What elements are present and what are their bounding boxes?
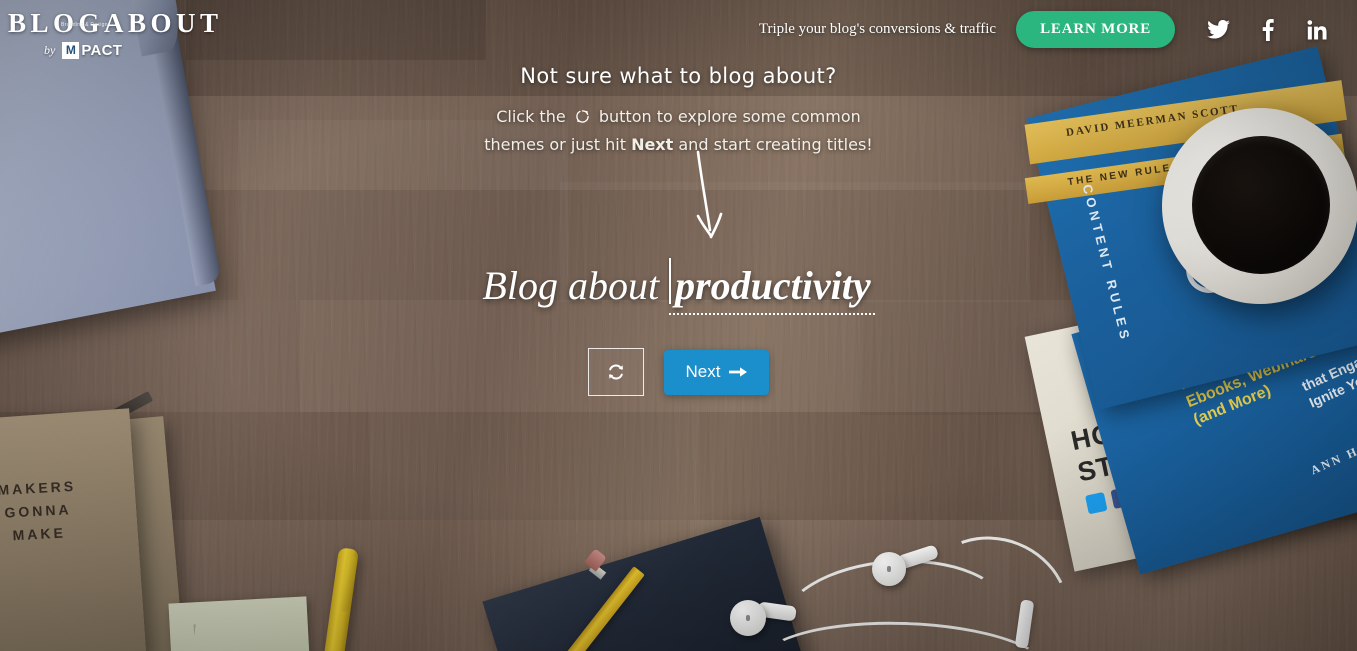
logo-about: ABOUT [104, 8, 223, 38]
refresh-icon [574, 107, 591, 132]
hint-line2-before: themes or just hit [484, 135, 626, 154]
next-button-label: Next [685, 362, 721, 381]
impact-tagline: Branding & Design [61, 22, 108, 28]
logo-byline: by M PACT Branding & Design [44, 22, 223, 59]
logo-wordmark: BLOGABOUT [8, 8, 223, 39]
action-buttons: Next [0, 348, 1357, 396]
hint-line-1: Click the button to explore some common [0, 104, 1357, 132]
hint-line1-after: button to explore some common [598, 107, 861, 126]
topic-value: productivity [675, 263, 871, 308]
vignette-overlay [0, 0, 1357, 651]
headline-static-text: Blog about [482, 263, 660, 308]
next-button[interactable]: Next [663, 349, 770, 395]
site-header: BLOGABOUT by M PACT Branding & Design Tr… [0, 0, 1357, 62]
impact-wordmark: PACT [81, 42, 123, 59]
refresh-icon [608, 364, 623, 380]
facebook-icon[interactable] [1243, 13, 1293, 47]
hint-line1-before: Click the [496, 107, 566, 126]
arrow-right-icon [729, 367, 748, 377]
social-links [1193, 13, 1343, 47]
header-actions: Triple your blog's conversions & traffic… [759, 11, 1343, 48]
site-logo[interactable]: BLOGABOUT by M PACT Branding & Design [8, 8, 223, 59]
impact-logo: M PACT Branding & Design [61, 22, 123, 59]
linkedin-icon[interactable] [1293, 13, 1343, 47]
shuffle-button[interactable] [587, 348, 644, 396]
learn-more-button[interactable]: LEARN MORE [1016, 11, 1175, 48]
hint-next-keyword: Next [631, 135, 674, 154]
hand-drawn-arrow-icon [696, 150, 723, 239]
logo-by-text: by [44, 43, 56, 57]
page-background: MAKERS GONNA MAKE HOW TO IN A NO... STOR… [0, 0, 1357, 651]
hint-title: Not sure what to blog about? [520, 64, 837, 88]
impact-mark-box: M [62, 42, 80, 59]
header-tagline: Triple your blog's conversions & traffic [758, 21, 997, 37]
topic-input-field[interactable]: productivity [669, 258, 875, 315]
headline-row: Blog about productivity [0, 258, 1357, 315]
twitter-icon[interactable] [1193, 13, 1243, 47]
text-cursor [669, 258, 672, 304]
